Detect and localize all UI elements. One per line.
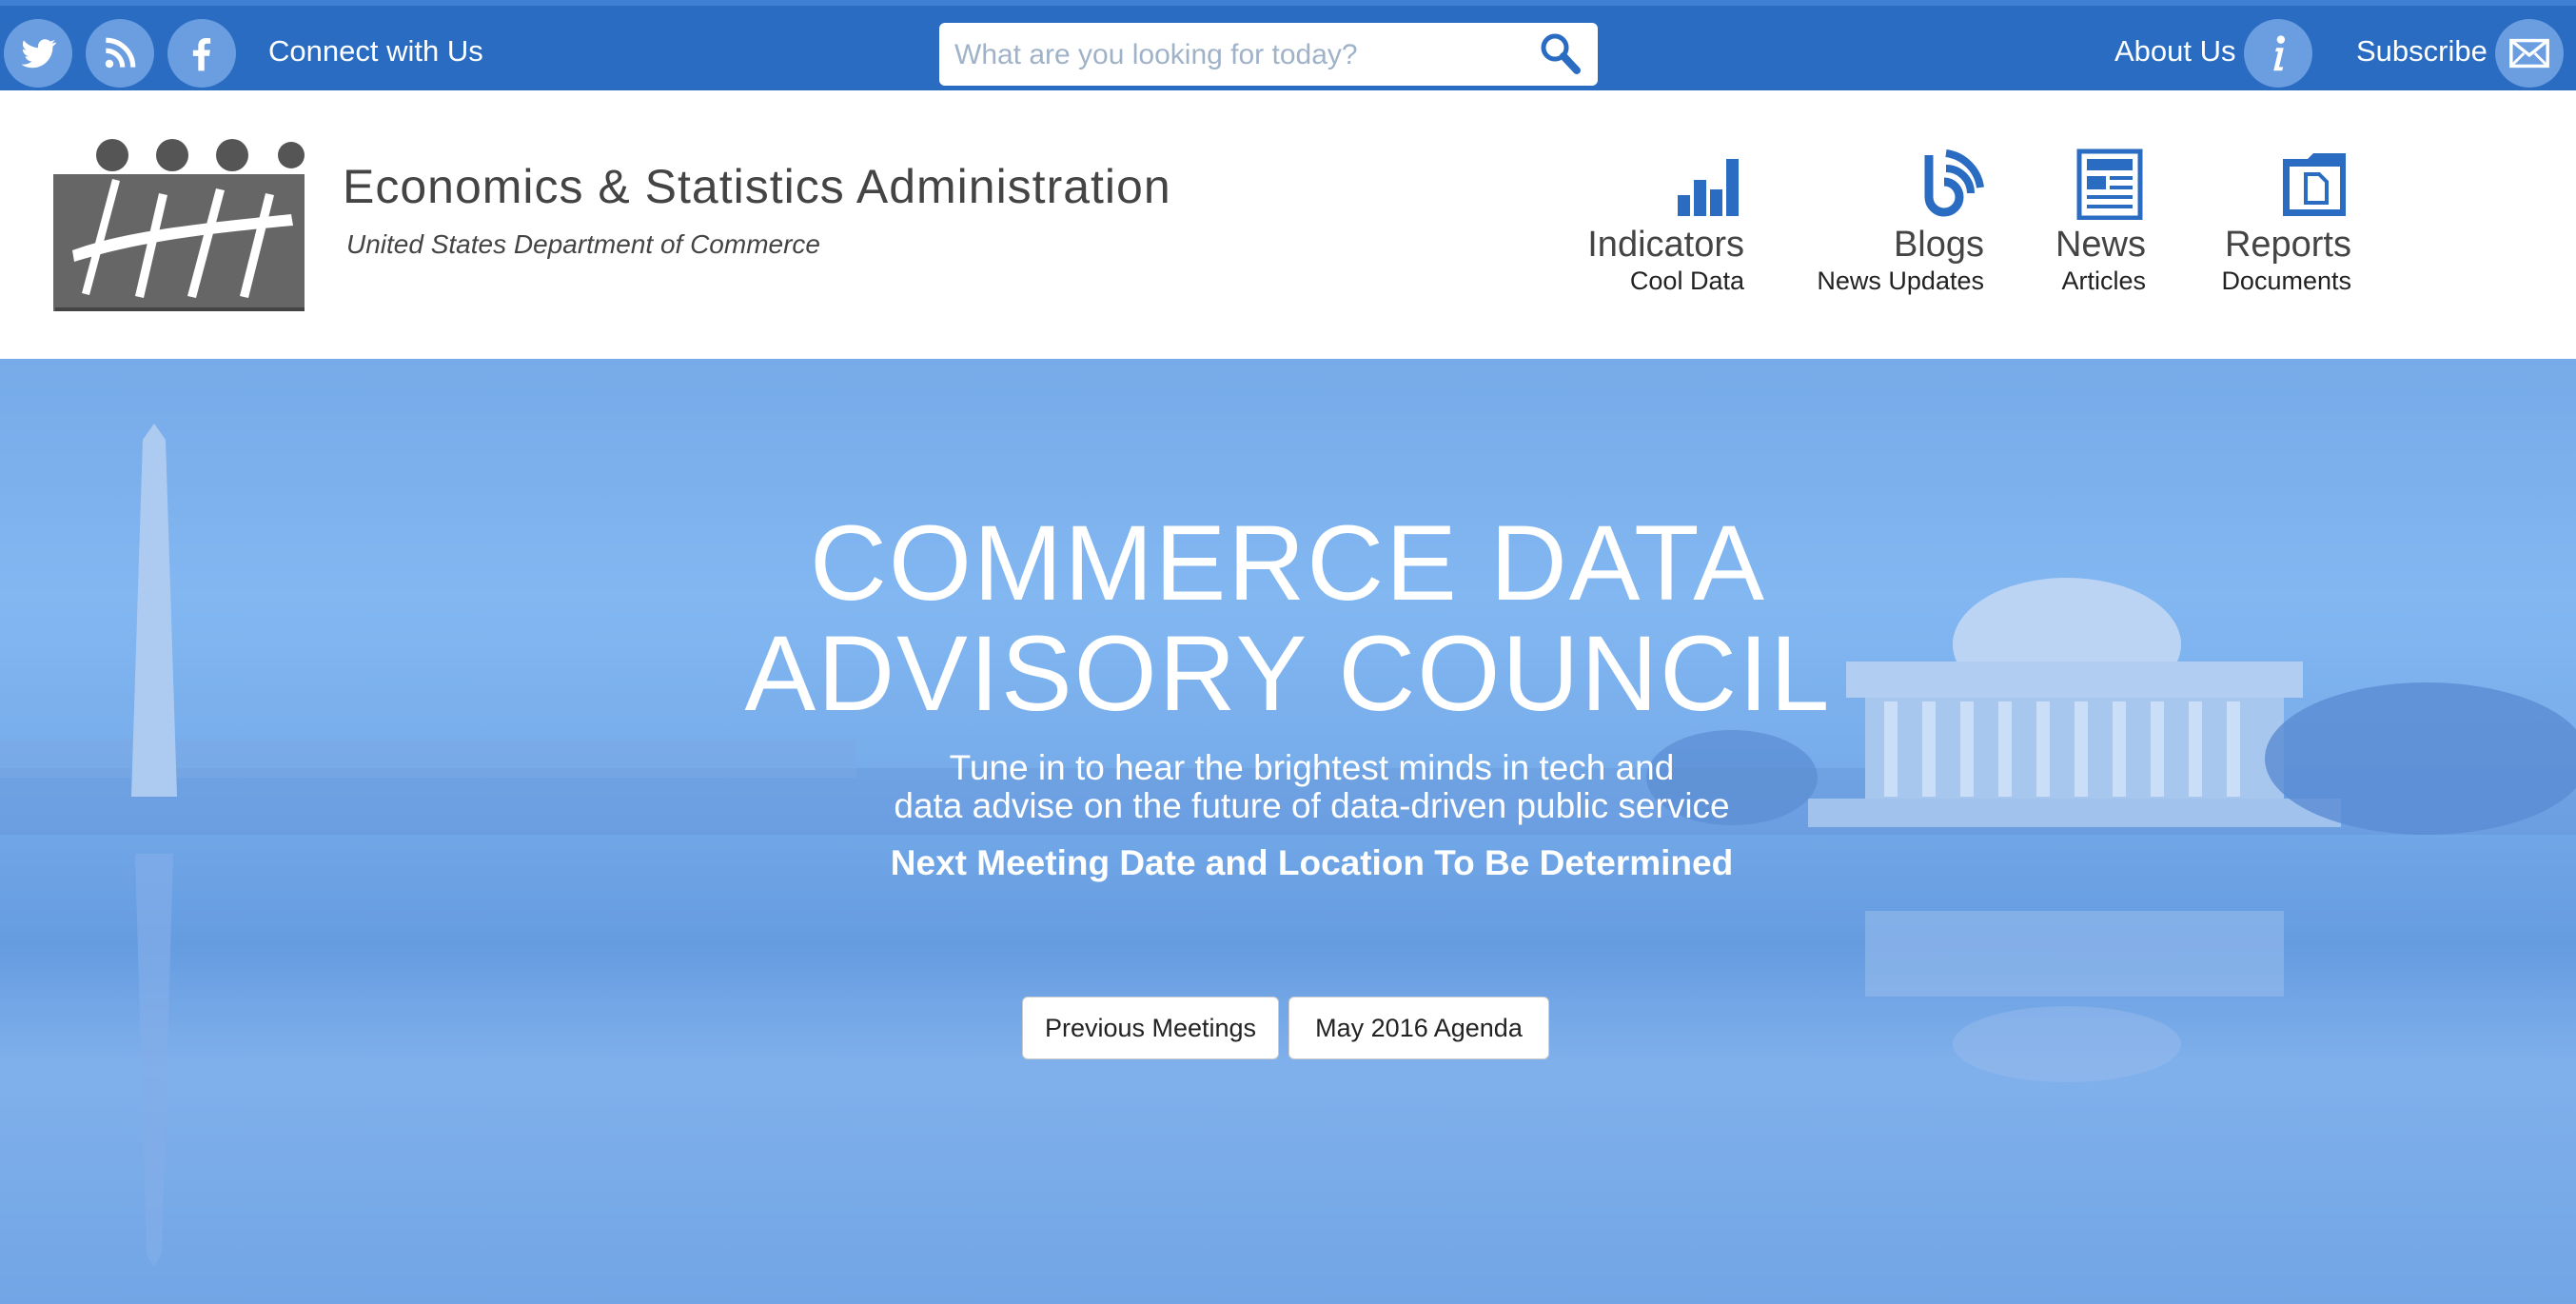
nav-news[interactable]: News Articles [2055, 148, 2146, 296]
site-header: Economics & Statistics Administration Un… [0, 90, 2576, 359]
hero-title-line2: ADVISORY COUNCIL [744, 614, 1832, 733]
nav-reports[interactable]: Reports Documents [2221, 148, 2351, 296]
nav-news-label: News [2055, 225, 2146, 265]
nav-indicators[interactable]: Indicators Cool Data [1587, 148, 1744, 296]
search-box [939, 23, 1598, 88]
newspaper-icon [2076, 148, 2143, 220]
hero-subtitle-line2: data advise on the future of data-driven… [894, 786, 1730, 825]
search-icon[interactable] [1537, 30, 1584, 78]
info-icon[interactable] [2244, 19, 2312, 88]
nav-blogs-label: Blogs [1893, 225, 1984, 265]
blog-icon [1924, 149, 1984, 217]
connect-with-us-link[interactable]: Connect with Us [268, 34, 483, 69]
bar-chart-icon [1678, 159, 1739, 216]
search-input[interactable] [953, 23, 1527, 88]
top-bar: Connect with Us About Us Subscribe [0, 0, 2576, 90]
envelope-icon[interactable] [2495, 19, 2564, 88]
rss-icon[interactable] [86, 19, 154, 88]
washington-skyline-image [0, 359, 2576, 1304]
hero-title: COMMERCE DATA ADVISORY COUNCIL [0, 508, 2576, 729]
may-2016-agenda-button[interactable]: May 2016 Agenda [1288, 997, 1549, 1059]
org-subtitle: United States Department of Commerce [346, 229, 820, 259]
previous-meetings-button[interactable]: Previous Meetings [1022, 997, 1279, 1059]
about-us-link[interactable]: About Us [2114, 34, 2236, 69]
nav-indicators-sub: Cool Data [1629, 267, 1744, 295]
hero-subtitle-line1: Tune in to hear the brightest minds in t… [949, 748, 1675, 787]
hero-title-line1: COMMERCE DATA [810, 504, 1766, 622]
subscribe-link[interactable]: Subscribe [2356, 34, 2488, 69]
nav-blogs[interactable]: Blogs News Updates [1817, 148, 1984, 296]
org-title: Economics & Statistics Administration [343, 160, 1171, 213]
nav-reports-label: Reports [2224, 225, 2351, 265]
twitter-icon[interactable] [4, 19, 72, 88]
nav-blogs-sub: News Updates [1817, 267, 1984, 295]
nav-indicators-label: Indicators [1587, 225, 1744, 265]
hero-banner: COMMERCE DATA ADVISORY COUNCIL Tune in t… [0, 359, 2576, 1304]
esa-logo[interactable] [53, 138, 305, 311]
folder-icon [2283, 153, 2346, 216]
nav-news-sub: Articles [2061, 267, 2146, 295]
facebook-icon[interactable] [167, 19, 236, 88]
next-meeting-text: Next Meeting Date and Location To Be Det… [890, 843, 1734, 882]
hero-subtitle: Tune in to hear the brightest minds in t… [0, 749, 2576, 825]
nav-reports-sub: Documents [2221, 267, 2351, 295]
